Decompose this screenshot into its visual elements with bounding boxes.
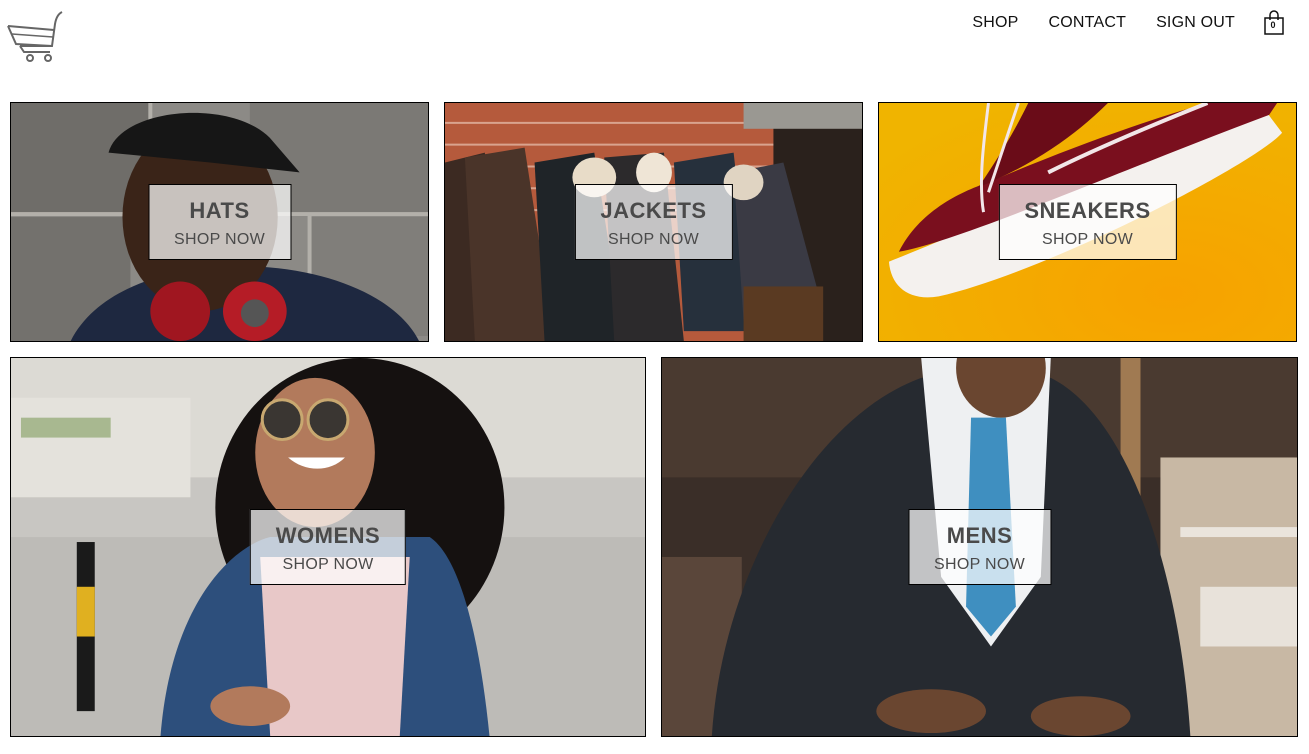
main-nav: SHOP CONTACT SIGN OUT 0 — [942, 10, 1285, 36]
category-title: WOMENS — [275, 523, 381, 548]
category-tile-hats[interactable]: HATS SHOP NOW — [10, 102, 429, 342]
cart-count: 0 — [1270, 20, 1276, 30]
nav-shop-link[interactable]: SHOP — [972, 11, 1018, 35]
shop-now-label: SHOP NOW — [607, 231, 699, 248]
category-label-box: SNEAKERS SHOP NOW — [998, 184, 1177, 260]
cart-button[interactable]: 0 — [1263, 10, 1285, 36]
header: SHOP CONTACT SIGN OUT 0 — [0, 0, 1309, 70]
shop-now-label: SHOP NOW — [282, 556, 374, 573]
shop-now-label: SHOP NOW — [1041, 231, 1133, 248]
shopping-cart-logo-icon[interactable] — [6, 10, 70, 64]
category-title: SNEAKERS — [1024, 198, 1151, 223]
category-tile-jackets[interactable]: JACKETS SHOP NOW — [444, 102, 863, 342]
category-label-box: HATS SHOP NOW — [147, 184, 292, 260]
category-title: MENS — [946, 523, 1013, 548]
category-tile-sneakers[interactable]: SNEAKERS SHOP NOW — [878, 102, 1297, 342]
shop-now-label: SHOP NOW — [933, 556, 1026, 573]
category-label-box: WOMENS SHOP NOW — [249, 509, 407, 585]
nav-contact-link[interactable]: CONTACT — [1049, 11, 1127, 35]
category-label-box: MENS SHOP NOW — [907, 509, 1052, 585]
category-title: JACKETS — [600, 198, 707, 223]
category-tile-mens[interactable]: MENS SHOP NOW — [661, 357, 1298, 737]
shop-now-label: SHOP NOW — [173, 231, 266, 248]
category-label-box: JACKETS SHOP NOW — [574, 184, 733, 260]
nav-sign-out-link[interactable]: SIGN OUT — [1156, 11, 1235, 35]
category-tile-womens[interactable]: WOMENS SHOP NOW — [10, 357, 646, 737]
category-title: HATS — [189, 198, 250, 223]
